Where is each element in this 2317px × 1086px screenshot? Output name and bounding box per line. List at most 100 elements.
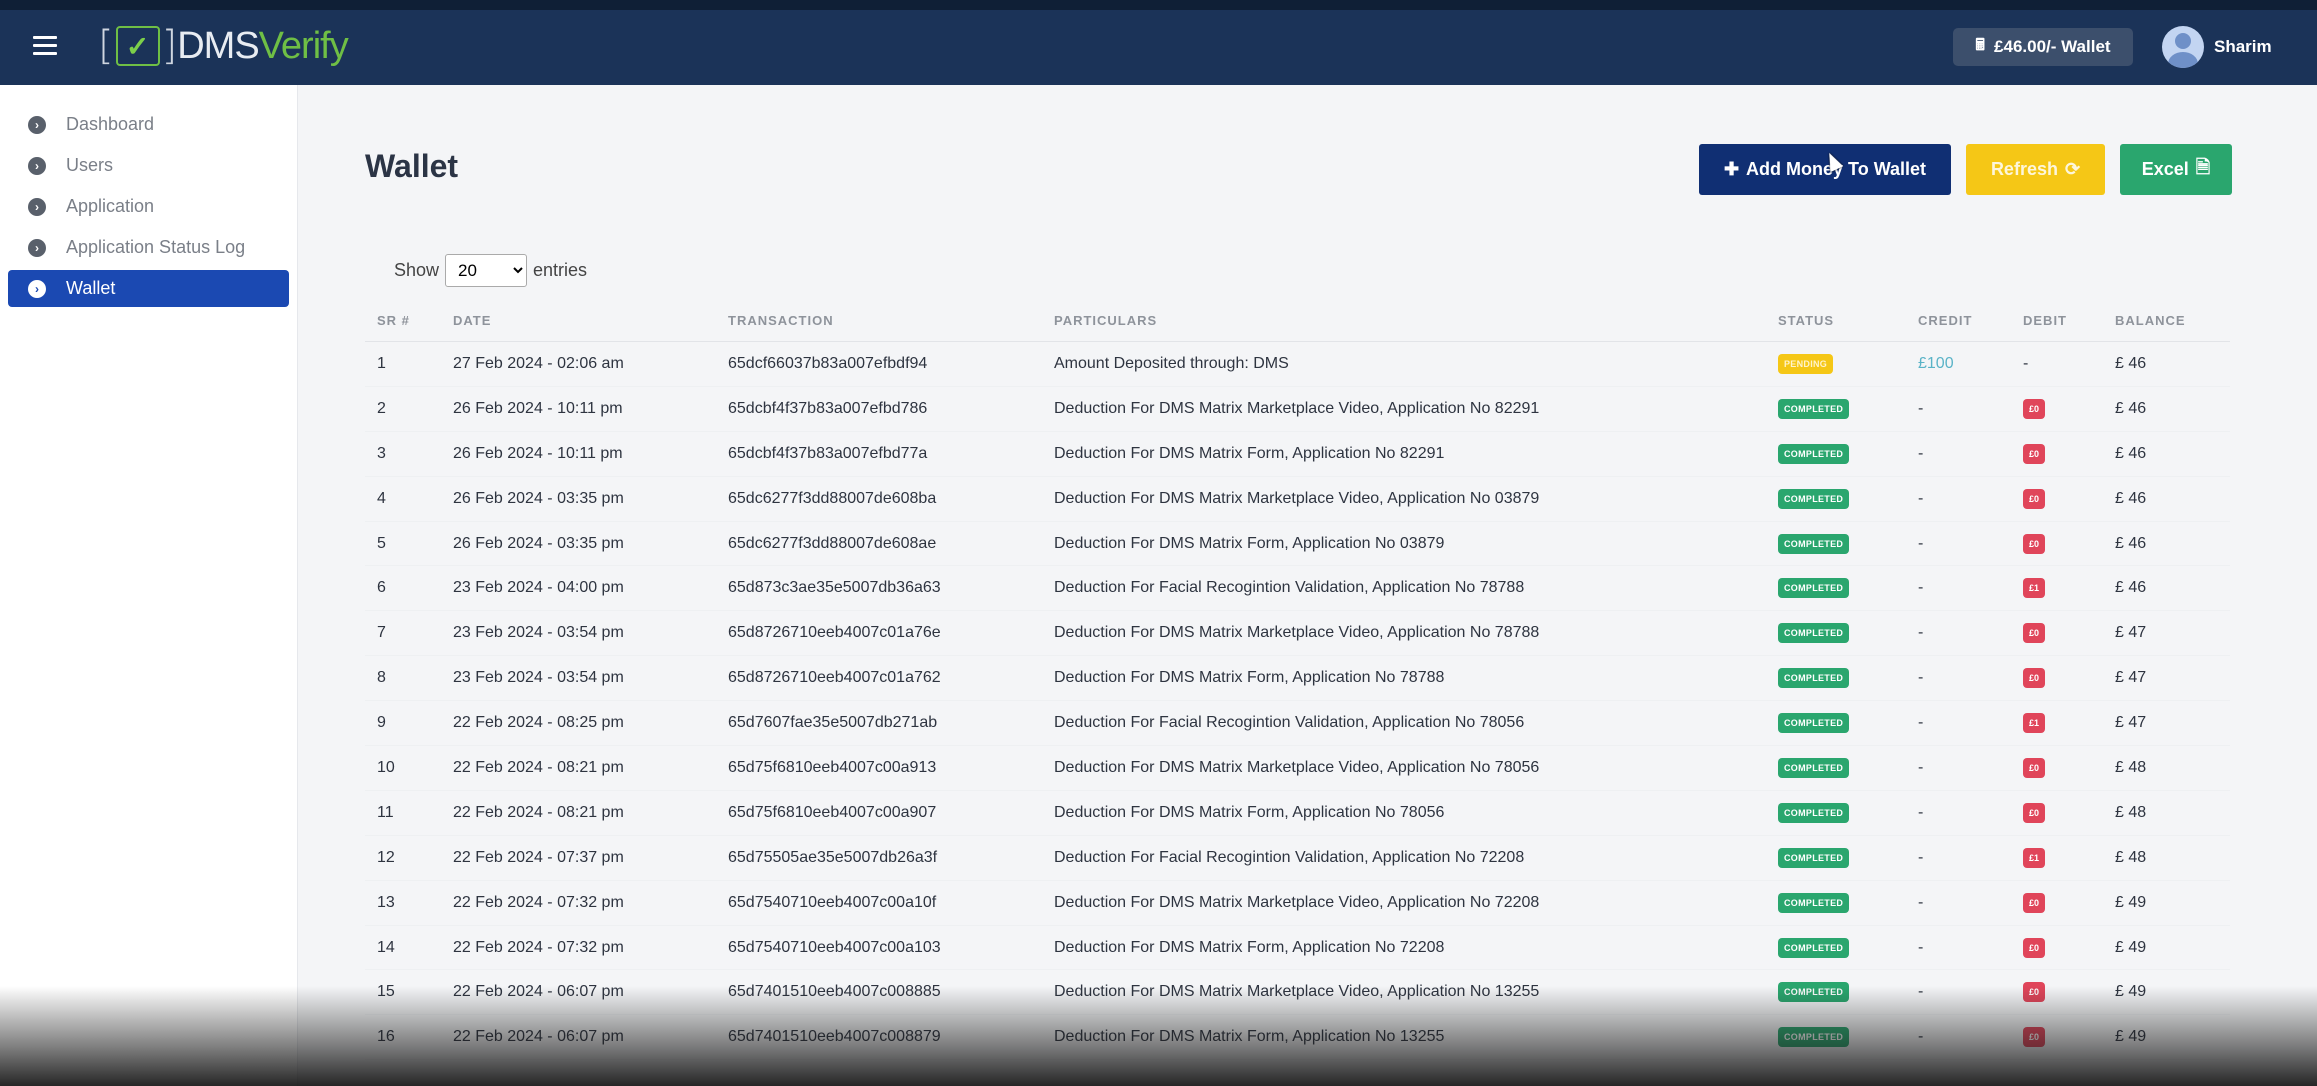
cell-debit: - [2023,355,2115,373]
header-credit[interactable]: CREDIT [1918,313,2023,328]
excel-export-button[interactable]: Excel 🗎 [2120,144,2232,195]
wallet-transactions-table: SR # DATE TRANSACTION PARTICULARS STATUS… [365,300,2230,1061]
table-row: 2 26 Feb 2024 - 10:11 pm 65dcbf4f37b83a007… [365,387,2230,432]
cell-sr: 9 [377,714,386,732]
sidebar-item-users[interactable]: › Users [8,147,289,184]
file-excel-icon: 🗎 [2195,156,2211,177]
cell-balance: £ 47 [2115,669,2147,687]
cell-date: 22 Feb 2024 - 07:37 pm [453,848,624,866]
cell-status: COMPLETED [1778,713,1918,734]
sidebar-item-application[interactable]: › Application [8,188,289,225]
cell-debit: £1 [2023,578,2115,599]
cell-date: 26 Feb 2024 - 10:11 pm [453,444,623,462]
dms-verify-logo[interactable]: [ ✓ ] DMS Verify [98,22,349,70]
credit-value: - [1918,399,1924,417]
header-particulars[interactable]: PARTICULARS [1054,313,1778,328]
cell-date: 23 Feb 2024 - 04:00 pm [453,579,624,597]
refresh-button[interactable]: Refresh ⟳ [1966,144,2105,195]
cell-balance: £ 49 [2115,893,2147,911]
cell-particulars: Deduction For DMS Matrix Form, Applicati… [1054,669,1445,687]
cell-date: 22 Feb 2024 - 06:07 pm [453,983,624,1001]
cell-particulars: Deduction For DMS Matrix Form, Applicati… [1054,534,1445,552]
header-sr[interactable]: SR # [365,313,453,328]
cell-transaction-id: 65d7540710eeb4007c00a10f [728,893,937,911]
debit-badge: £1 [2023,713,2046,734]
debit-badge: £0 [2023,488,2046,509]
cell-sr: 16 [377,1028,395,1046]
cell-credit: - [1918,445,2023,463]
cell-credit: - [1918,983,2023,1001]
hamburger-menu-icon[interactable] [33,36,57,56]
cell-credit: - [1918,849,2023,867]
header-status[interactable]: STATUS [1778,313,1918,328]
cell-date: 27 Feb 2024 - 02:06 am [453,354,624,372]
chevron-right-icon: › [28,238,46,257]
cell-sr: 1 [377,354,386,372]
cell-date: 22 Feb 2024 - 07:32 pm [453,893,624,911]
cell-balance: £ 49 [2115,983,2147,1001]
table-row: 15 22 Feb 2024 - 06:07 pm 65d7401510eeb400… [365,970,2230,1016]
cell-debit: £0 [2023,668,2115,689]
cell-particulars: Amount Deposited through: DMS [1054,354,1289,372]
table-row: 7 23 Feb 2024 - 03:54 pm 65d8726710eeb4007… [365,611,2230,657]
cell-status: COMPLETED [1778,937,1918,958]
entries-select[interactable]: 20 [445,254,528,287]
debit-badge: £0 [2023,982,2046,1003]
cell-status: COMPLETED [1778,847,1918,868]
credit-value: - [1918,624,1924,642]
status-badge: COMPLETED [1778,892,1850,913]
status-badge: PENDING [1778,353,1834,374]
cell-transaction-id: 65d7401510eeb4007c008885 [728,983,941,1001]
cell-transaction-id: 65d7540710eeb4007c00a103 [728,938,941,956]
cell-credit: - [1918,894,2023,912]
cell-transaction-id: 65dcf66037b83a007efbdf94 [728,354,928,372]
cell-status: COMPLETED [1778,982,1918,1003]
cell-particulars: Deduction For DMS Matrix Marketplace Vid… [1054,983,1540,1001]
wallet-balance-label: £46.00/- Wallet [1994,37,2111,56]
header-date[interactable]: DATE [453,313,728,328]
sidebar-item-application-status-log[interactable]: › Application Status Log [8,229,289,266]
cell-date: 22 Feb 2024 - 08:25 pm [453,714,624,732]
cell-balance: £ 46 [2115,399,2147,417]
table-body: 1 27 Feb 2024 - 02:06 am 65dcf66037b83a007… [365,342,2230,1061]
add-money-button[interactable]: ✚ Add Money To Wallet [1699,144,1951,195]
status-badge: COMPLETED [1778,757,1850,778]
cell-transaction-id: 65d75505ae35e5007db26a3f [728,848,938,866]
cell-status: COMPLETED [1778,892,1918,913]
status-badge: COMPLETED [1778,713,1850,734]
cell-credit: - [1918,579,2023,597]
cell-debit: £0 [2023,443,2115,464]
credit-value: - [1918,983,1924,1001]
cell-balance: £ 46 [2115,444,2147,462]
user-menu[interactable]: Sharim [2162,26,2272,68]
cell-status: COMPLETED [1778,802,1918,823]
table-row: 11 22 Feb 2024 - 08:21 pm 65d75f6810eeb400… [365,791,2230,836]
entries-label: entries [533,260,588,280]
cell-sr: 12 [377,848,395,866]
header-balance[interactable]: BALANCE [2115,313,2230,328]
cash-register-icon: 🖩 [1975,36,1986,54]
cell-date: 22 Feb 2024 - 08:21 pm [453,803,624,821]
cell-credit: - [1918,400,2023,418]
debit-badge: £0 [2023,443,2046,464]
cell-date: 22 Feb 2024 - 06:07 pm [453,1028,624,1046]
credit-value: - [1918,803,1924,821]
header-transaction[interactable]: TRANSACTION [728,313,1054,328]
status-badge: COMPLETED [1778,533,1850,554]
table-header: SR # DATE TRANSACTION PARTICULARS STATUS… [365,300,2230,342]
sidebar-item-label: Users [66,155,114,175]
sidebar-item-label: Application Status Log [66,237,246,257]
sidebar-item-dashboard[interactable]: › Dashboard [8,106,289,143]
debit-badge: £0 [2023,757,2046,778]
excel-label: Excel [2141,159,2189,179]
cell-balance: £ 48 [2115,758,2147,776]
sidebar-item-wallet[interactable]: › Wallet [8,270,289,307]
chevron-right-icon: › [28,115,46,134]
chevron-right-icon: › [28,197,46,216]
cell-transaction-id: 65d7401510eeb4007c008879 [728,1028,941,1046]
cell-transaction-id: 65dcbf4f37b83a007efbd77a [728,444,928,462]
cell-date: 26 Feb 2024 - 03:35 pm [453,489,624,507]
wallet-balance-button[interactable]: 🖩 £46.00/- Wallet [1953,28,2133,66]
header-debit[interactable]: DEBIT [2023,313,2115,328]
cell-transaction-id: 65dc6277f3dd88007de608ae [728,534,937,552]
